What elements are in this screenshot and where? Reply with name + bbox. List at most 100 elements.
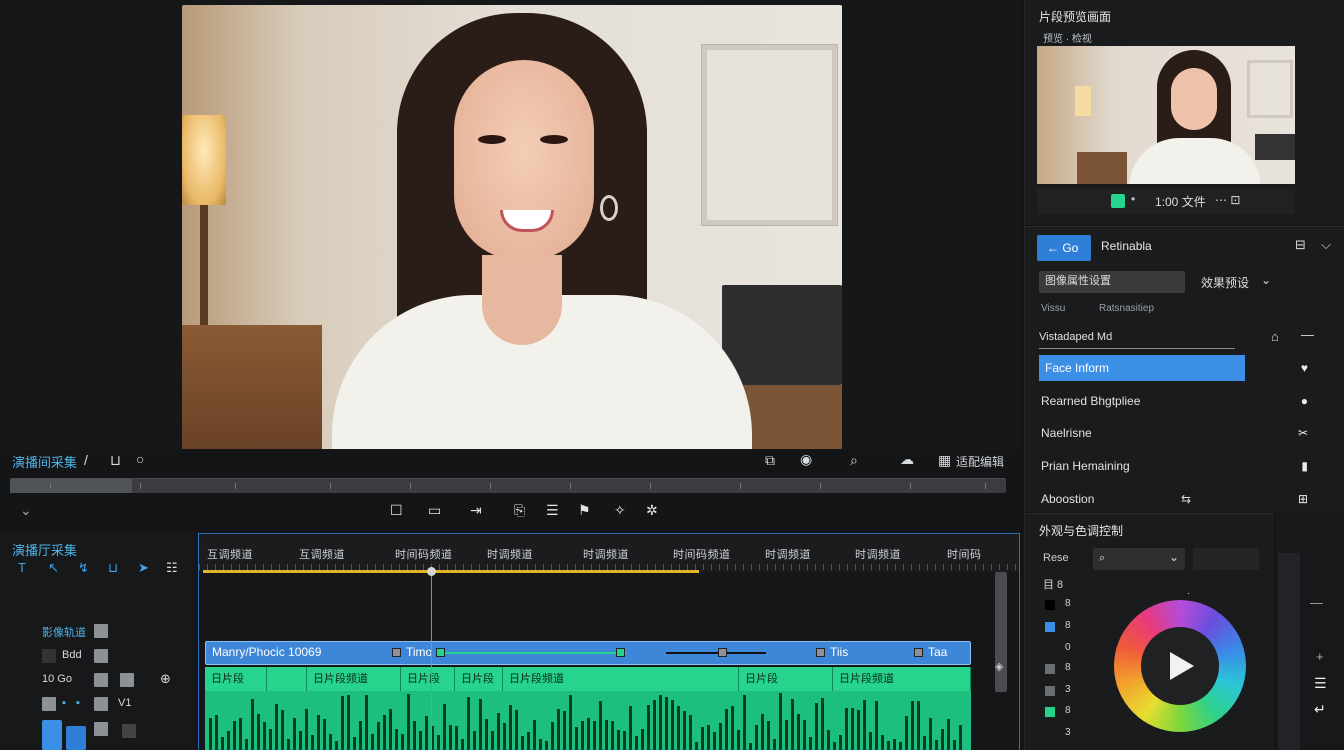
track-toggle-icon-2[interactable] [122, 724, 136, 738]
stack-icon[interactable]: ☰ [1314, 675, 1327, 692]
keyframe[interactable] [914, 648, 923, 657]
add-box-icon[interactable]: ⊞ [1298, 492, 1308, 506]
diamond-icon[interactable]: ◈ [995, 660, 1003, 673]
keyframe[interactable] [616, 648, 625, 657]
settings-icon[interactable]: ✲ [646, 502, 658, 519]
back-button[interactable]: ← Go [1037, 235, 1091, 261]
waveform-bar [503, 722, 506, 750]
circle-icon[interactable]: ○ [136, 451, 144, 467]
keyframe[interactable] [718, 648, 727, 657]
source-thumbnail[interactable] [1037, 46, 1295, 184]
cloud-icon[interactable]: ☁ [900, 451, 914, 468]
sync-icon[interactable] [42, 697, 56, 711]
text-tool-icon[interactable]: T [18, 560, 26, 575]
scrubber-fill [10, 479, 132, 493]
select-tool-icon[interactable]: ↖ [48, 560, 59, 576]
work-area-bar[interactable] [203, 570, 699, 573]
toggle-icon[interactable]: ● [1301, 394, 1308, 408]
expand-icon[interactable]: ⌵ [1321, 237, 1331, 253]
lock-icon[interactable] [94, 624, 108, 638]
mark-out-icon[interactable]: ▭ [428, 502, 441, 519]
timeline-ruler[interactable]: 互调频道 互调频道 时间码频道 时调频道 时调频道 时间码频道 时调频道 时调频… [199, 534, 1019, 572]
play-icon[interactable] [1170, 652, 1194, 680]
active-track-button[interactable] [42, 720, 62, 750]
filter-icon[interactable]: ⌂ [1271, 329, 1279, 344]
viewer-scrubber[interactable] [10, 478, 1006, 493]
flag-icon[interactable]: ⚑ [578, 502, 591, 519]
blade-tool-icon[interactable]: ➤ [138, 560, 149, 576]
swatch-green[interactable] [1045, 707, 1055, 717]
edit-label[interactable]: 编辑 [980, 453, 1004, 470]
swatch-blue[interactable] [1045, 622, 1055, 632]
vertical-scrollbar[interactable] [995, 572, 1007, 692]
hand-icon[interactable]: ⊔ [110, 452, 121, 469]
mark-in-icon[interactable]: ☐ [390, 502, 403, 519]
slip-tool-icon[interactable]: ⊔ [108, 560, 118, 576]
return-icon[interactable]: ↵ [1314, 701, 1326, 718]
active-track-button-2[interactable] [66, 726, 86, 750]
snap-tool-icon[interactable]: ☷ [166, 560, 178, 576]
keyframe[interactable] [392, 648, 401, 657]
chevron-down-icon[interactable]: ⌄ [1169, 550, 1179, 564]
layout-icon[interactable]: ⊟ [1295, 237, 1306, 253]
track-dot-icon: ▪ [76, 697, 80, 709]
waveform-bar [905, 716, 908, 750]
waveform-bar [563, 710, 566, 750]
step-icon[interactable]: ⇥ [470, 502, 482, 519]
collapse-chevron-icon[interactable]: ⌄ [20, 502, 32, 519]
menu-icon[interactable]: ☰ [546, 502, 559, 519]
export-frame-icon[interactable]: ⧉ [765, 452, 775, 469]
fit-label[interactable]: 适配 [956, 453, 980, 470]
grid-icon[interactable]: ▦ [938, 452, 951, 469]
loop-icon[interactable]: ⎘ [514, 502, 525, 519]
side-track [1278, 553, 1300, 750]
settings-dots-icon[interactable]: ⋯ ⊡ [1215, 193, 1240, 207]
timeline-panel[interactable]: 互调频道 互调频道 时间码频道 时调频道 时调频道 时间码频道 时调频道 时调频… [198, 533, 1020, 750]
record-track-icon[interactable] [120, 673, 134, 687]
zoom-icon[interactable]: ⌕ [850, 452, 858, 469]
track-toggle-icon[interactable] [94, 722, 108, 736]
cut-icon[interactable]: ✂ [1298, 426, 1308, 440]
preset-dropdown[interactable]: 图像属性设置 [1039, 271, 1185, 293]
pen-icon[interactable]: / [84, 452, 88, 468]
waveform-bar [425, 715, 428, 750]
compass-icon[interactable]: ◉ [800, 451, 812, 468]
swatch-gray[interactable] [1045, 664, 1055, 674]
plus-icon[interactable]: + [1316, 649, 1324, 664]
waveform-bar [551, 722, 554, 750]
inspector-row-3[interactable]: Naelrisne [1039, 420, 1339, 446]
swatch-gray-2[interactable] [1045, 686, 1055, 696]
minus-icon[interactable]: — [1301, 327, 1314, 342]
keyframe[interactable] [816, 648, 825, 657]
heart-icon[interactable]: ♥ [1301, 361, 1308, 375]
waveform-bar [467, 696, 470, 750]
link-icon[interactable]: ⇆ [1181, 492, 1191, 506]
eye-icon[interactable] [42, 649, 56, 663]
search-input[interactable]: Vistadaped Md [1039, 327, 1235, 349]
playhead-handle[interactable] [427, 567, 436, 576]
record-icon[interactable] [1111, 194, 1125, 208]
video-preview-frame[interactable] [182, 5, 842, 449]
waveform-bar [311, 735, 314, 750]
tick [910, 483, 911, 489]
thumb-shelf [1255, 134, 1295, 160]
audio-clip[interactable]: 日片段 日片段频道 日片段 日片段 日片段频道 日片段 日片段频道 [205, 667, 971, 750]
waveform-bar [725, 708, 728, 750]
inspector-row-1[interactable]: Face Inform [1039, 355, 1245, 381]
swatch-black[interactable] [1045, 600, 1055, 610]
preset-right-label[interactable]: 效果预设 [1201, 274, 1249, 291]
line-icon[interactable]: — [1310, 595, 1323, 610]
ripple-tool-icon[interactable]: ↯ [78, 560, 89, 576]
keyframe[interactable] [436, 648, 445, 657]
waveform-bar [443, 704, 446, 750]
chevron-down-icon[interactable]: ⌄ [1261, 273, 1271, 287]
bars-icon[interactable]: ▮ [1301, 459, 1308, 473]
lock-icon[interactable] [94, 697, 108, 711]
inspector-row-4[interactable]: Prian Hemaining [1039, 453, 1339, 479]
inspector-row-2[interactable]: Rearned Bhgtpliee [1039, 388, 1339, 414]
target-icon[interactable]: ⊕ [160, 671, 171, 687]
snap-icon[interactable]: ✧ [614, 502, 626, 519]
mute-icon[interactable] [94, 649, 108, 663]
video-clip[interactable]: Manry/Phocic 10069 Timo Tiis Taa [205, 641, 971, 665]
solo-icon[interactable] [94, 673, 108, 687]
